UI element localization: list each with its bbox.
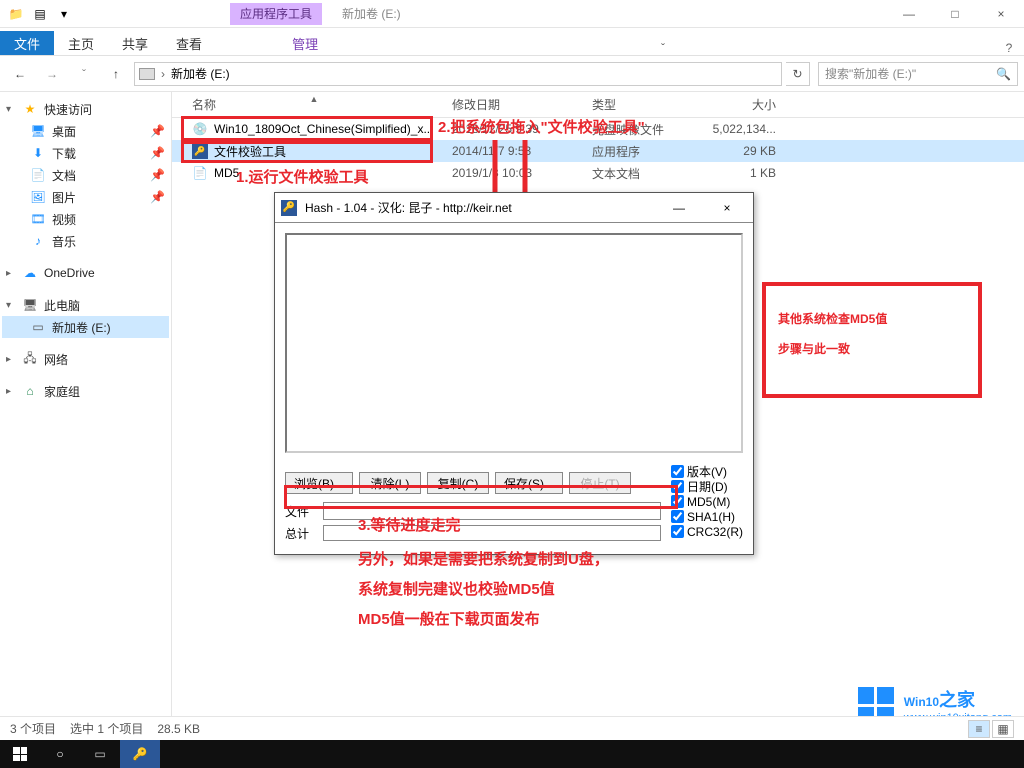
sidebar-item-downloads[interactable]: ⬇下载📌 bbox=[2, 142, 169, 164]
qat-chevron-icon[interactable]: ▾ bbox=[54, 4, 74, 24]
icons-view-button[interactable]: ▦ bbox=[992, 720, 1014, 738]
status-selection: 选中 1 个项目 bbox=[70, 720, 143, 737]
annotation-step2: 2.把系统包拖入"文件校验工具" bbox=[438, 116, 645, 137]
sidebar-item-documents[interactable]: 📄文档📌 bbox=[2, 164, 169, 186]
annotation-note2: 系统复制完建议也校验MD5值 bbox=[358, 578, 555, 599]
maximize-button[interactable]: □ bbox=[932, 0, 978, 28]
context-tool-tab: 应用程序工具 bbox=[230, 3, 322, 25]
file-tab[interactable]: 文件 bbox=[0, 31, 54, 55]
annotation-box-file bbox=[284, 485, 678, 509]
annotation-side-box: 其他系统检查MD5值 步骤与此一致 bbox=[762, 282, 982, 398]
status-bar: 3 个项目 选中 1 个项目 28.5 KB ≡ ▦ bbox=[0, 716, 1024, 740]
col-name[interactable]: ▲名称 bbox=[184, 96, 444, 113]
sidebar-onedrive[interactable]: ▸☁OneDrive bbox=[2, 262, 169, 284]
sidebar-drive-e[interactable]: ▭新加卷 (E:) bbox=[2, 316, 169, 338]
hash-total-row: 总计 bbox=[285, 522, 661, 544]
forward-button[interactable]: → bbox=[38, 62, 66, 86]
hash-checkboxes: 版本(V) 日期(D) MD5(M) SHA1(H) CRC32(R) bbox=[671, 464, 743, 539]
taskbar: ○ ▭ 🔑 bbox=[0, 740, 1024, 768]
col-date[interactable]: 修改日期 bbox=[444, 96, 584, 113]
tab-manage[interactable]: 管理 bbox=[278, 31, 332, 55]
column-headers: ▲名称 修改日期 类型 大小 bbox=[172, 92, 1024, 118]
tab-home[interactable]: 主页 bbox=[54, 31, 108, 55]
hash-minimize-button[interactable]: — bbox=[659, 196, 699, 220]
check-version[interactable]: 版本(V) bbox=[671, 464, 743, 479]
details-view-button[interactable]: ≡ bbox=[968, 720, 990, 738]
tab-view[interactable]: 查看 bbox=[162, 31, 216, 55]
search-input[interactable]: 搜索"新加卷 (E:)" 🔍 bbox=[818, 62, 1018, 86]
refresh-button[interactable]: ↻ bbox=[786, 62, 810, 86]
total-label: 总计 bbox=[285, 525, 317, 542]
ribbon-expand-icon[interactable]: ˇ bbox=[648, 41, 678, 55]
check-date[interactable]: 日期(D) bbox=[671, 479, 743, 494]
hash-close-button[interactable]: × bbox=[707, 196, 747, 220]
sidebar-item-desktop[interactable]: 🖥桌面📌 bbox=[2, 120, 169, 142]
search-icon: 🔍 bbox=[996, 67, 1011, 81]
sidebox-line1: 其他系统检查MD5值 bbox=[778, 304, 966, 334]
nav-bar: ← → ˇ ↑ › 新加卷 (E:) ↻ 搜索"新加卷 (E:)" 🔍 bbox=[0, 56, 1024, 92]
taskbar-hash-app[interactable]: 🔑 bbox=[120, 740, 160, 768]
ribbon-tabs: 文件 主页 共享 查看 管理 ˇ ? bbox=[0, 28, 1024, 56]
ribbon-help-icon[interactable]: ? bbox=[994, 41, 1024, 55]
window-title: 新加卷 (E:) bbox=[342, 5, 401, 22]
annotation-step1: 1.运行文件校验工具 bbox=[236, 166, 369, 187]
back-button[interactable]: ← bbox=[6, 62, 34, 86]
status-item-count: 3 个项目 bbox=[10, 720, 56, 737]
address-bar[interactable]: › 新加卷 (E:) bbox=[134, 62, 782, 86]
sidebox-line2: 步骤与此一致 bbox=[778, 334, 966, 364]
check-md5[interactable]: MD5(M) bbox=[671, 494, 743, 509]
txt-icon: 📄 bbox=[192, 165, 208, 181]
navigation-pane: ▾★快速访问 🖥桌面📌 ⬇下载📌 📄文档📌 🖼图片📌 🎞视频 ♪音乐 ▸☁One… bbox=[0, 92, 172, 732]
chevron-icon: › bbox=[161, 67, 165, 81]
recent-button[interactable]: ˇ bbox=[70, 62, 98, 86]
properties-icon[interactable]: ▤ bbox=[30, 4, 50, 24]
up-button[interactable]: ↑ bbox=[102, 62, 130, 86]
hash-app-icon: 🔑 bbox=[281, 200, 297, 216]
search-placeholder: 搜索"新加卷 (E:)" bbox=[825, 65, 916, 82]
sidebar-network[interactable]: ▸🖧网络 bbox=[2, 348, 169, 370]
sidebar-homegroup[interactable]: ▸⌂家庭组 bbox=[2, 380, 169, 402]
col-size[interactable]: 大小 bbox=[694, 96, 784, 113]
col-type[interactable]: 类型 bbox=[584, 96, 694, 113]
status-size: 28.5 KB bbox=[157, 722, 200, 736]
start-button[interactable] bbox=[0, 740, 40, 768]
minimize-button[interactable]: — bbox=[886, 0, 932, 28]
tab-share[interactable]: 共享 bbox=[108, 31, 162, 55]
check-sha1[interactable]: SHA1(H) bbox=[671, 509, 743, 524]
quick-access[interactable]: ▾★快速访问 bbox=[2, 98, 169, 120]
drive-icon bbox=[139, 68, 155, 80]
window-controls: — □ × bbox=[886, 0, 1024, 28]
hash-title-text: Hash - 1.04 - 汉化: 昆子 - http://keir.net bbox=[305, 199, 651, 216]
address-path: 新加卷 (E:) bbox=[171, 65, 230, 82]
annotation-box-row2 bbox=[181, 141, 433, 163]
annotation-note3: MD5值一般在下载页面发布 bbox=[358, 608, 540, 629]
sidebar-item-videos[interactable]: 🎞视频 bbox=[2, 208, 169, 230]
annotation-note1: 另外，如果是需要把系统复制到U盘， bbox=[358, 548, 609, 569]
folder-icon: 📁 bbox=[6, 4, 26, 24]
title-bar: 📁 ▤ ▾ 应用程序工具 新加卷 (E:) — □ × bbox=[0, 0, 1024, 28]
hash-output-textarea[interactable] bbox=[285, 233, 743, 453]
sidebar-item-music[interactable]: ♪音乐 bbox=[2, 230, 169, 252]
quick-access-toolbar: 📁 ▤ ▾ bbox=[0, 4, 80, 24]
close-button[interactable]: × bbox=[978, 0, 1024, 28]
annotation-step3: 3.等待进度走完 bbox=[358, 514, 461, 535]
annotation-box-row1 bbox=[181, 116, 433, 141]
cortana-button[interactable]: ○ bbox=[40, 740, 80, 768]
hash-title-bar[interactable]: 🔑 Hash - 1.04 - 汉化: 昆子 - http://keir.net… bbox=[275, 193, 753, 223]
sidebar-item-pictures[interactable]: 🖼图片📌 bbox=[2, 186, 169, 208]
check-crc32[interactable]: CRC32(R) bbox=[671, 524, 743, 539]
sidebar-this-pc[interactable]: ▾🖥此电脑 bbox=[2, 294, 169, 316]
taskbar-explorer[interactable]: ▭ bbox=[80, 740, 120, 768]
